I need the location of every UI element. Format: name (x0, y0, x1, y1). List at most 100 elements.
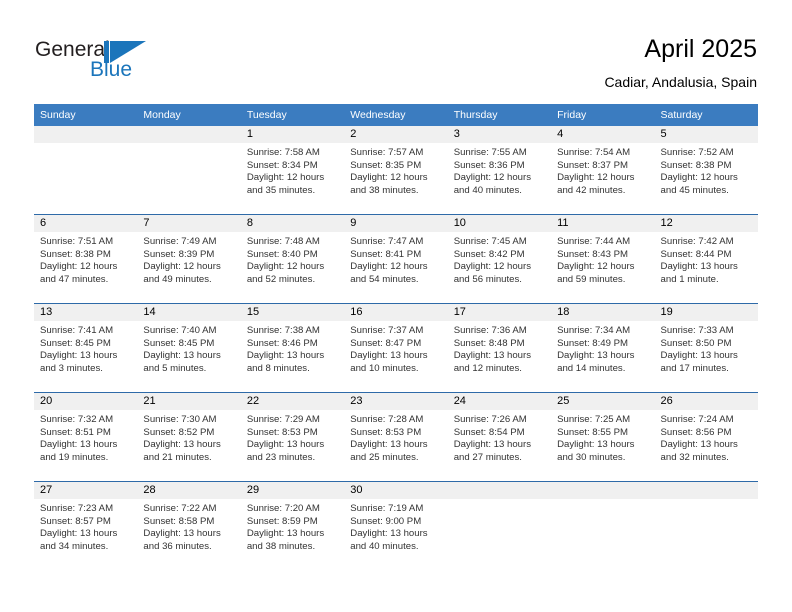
sunrise-text: Sunrise: 7:48 AM (246, 236, 320, 247)
sunrise-text: Sunrise: 7:30 AM (143, 414, 217, 425)
calendar-day-cell[interactable]: 8 Sunrise: 7:48 AM Sunset: 8:40 PM Daylight… (240, 215, 345, 303)
daylight-text-line1: Daylight: 13 hours (246, 528, 325, 540)
calendar-day-cell[interactable]: 29 Sunrise: 7:20 AM Sunset: 8:59 PM Dayligh… (240, 482, 345, 570)
calendar-day-cell[interactable]: 28 Sunrise: 7:22 AM Sunset: 8:58 PM Dayligh… (137, 482, 241, 570)
daylight-text-line2: and 1 minute. (660, 273, 719, 285)
daylight-text-line1: Daylight: 13 hours (143, 528, 221, 540)
calendar-day-cell[interactable]: 23 Sunrise: 7:28 AM Sunset: 8:53 PM Dayligh… (344, 393, 448, 481)
day-details: Sunrise: 7:32 AM Sunset: 8:51 PM Daylight:… (34, 410, 137, 464)
calendar-cell: 6 Sunrise: 7:51 AM Sunset: 8:38 PM Daylight… (34, 215, 138, 304)
calendar-day-cell[interactable]: 22 Sunrise: 7:29 AM Sunset: 8:53 PM Dayligh… (240, 393, 345, 481)
title-block: April 2025 Cadiar, Andalusia, Spain (604, 34, 757, 92)
calendar-cell (654, 482, 758, 571)
calendar-day-cell[interactable]: 24 Sunrise: 7:26 AM Sunset: 8:54 PM Dayligh… (447, 393, 552, 481)
daylight-text-line2: and 49 minutes. (143, 273, 212, 285)
calendar-day-cell[interactable]: 9 Sunrise: 7:47 AM Sunset: 8:41 PM Daylight… (344, 215, 448, 303)
calendar-body: 1 Sunrise: 7:58 AM Sunset: 8:34 PM Daylight… (34, 126, 758, 570)
day-details: Sunrise: 7:20 AM Sunset: 8:59 PM Daylight:… (241, 499, 344, 553)
sunrise-text: Sunrise: 7:28 AM (350, 414, 424, 425)
page-title: April 2025 (644, 35, 757, 63)
day-number (654, 482, 758, 499)
day-number: 11 (551, 215, 655, 232)
calendar-day-cell[interactable]: 25 Sunrise: 7:25 AM Sunset: 8:55 PM Dayligh… (551, 393, 655, 481)
day-number: 26 (654, 393, 758, 410)
calendar-day-cell[interactable]: 18 Sunrise: 7:34 AM Sunset: 8:49 PM Dayligh… (551, 304, 655, 392)
calendar-day-cell[interactable]: 10 Sunrise: 7:45 AM Sunset: 8:42 PM Dayligh… (447, 215, 552, 303)
day-number: 16 (344, 304, 448, 321)
day-details: Sunrise: 7:47 AM Sunset: 8:41 PM Daylight:… (344, 232, 447, 286)
sunset-text: Sunset: 8:45 PM (40, 337, 111, 349)
sunrise-text: Sunrise: 7:26 AM (453, 414, 527, 425)
calendar-week-row: 20 Sunrise: 7:32 AM Sunset: 8:51 PM Dayligh… (34, 392, 758, 482)
calendar-day-cell[interactable]: 19 Sunrise: 7:33 AM Sunset: 8:50 PM Dayligh… (654, 304, 758, 392)
daylight-text-line2: and 42 minutes. (557, 184, 626, 196)
sunrise-text: Sunrise: 7:29 AM (246, 414, 320, 425)
daylight-text-line2: and 27 minutes. (453, 451, 522, 463)
daylight-text-line2: and 8 minutes. (246, 362, 310, 374)
sunset-text: Sunset: 8:55 PM (557, 426, 629, 438)
calendar-cell (551, 482, 655, 571)
calendar-day-cell[interactable]: 12 Sunrise: 7:42 AM Sunset: 8:44 PM Dayligh… (654, 215, 758, 303)
calendar-week-row: 27 Sunrise: 7:23 AM Sunset: 8:57 PM Dayligh… (34, 481, 758, 571)
sunrise-text: Sunrise: 7:25 AM (557, 414, 631, 425)
calendar-day-cell[interactable]: 7 Sunrise: 7:49 AM Sunset: 8:39 PM Daylight… (137, 215, 241, 303)
daylight-text-line1: Daylight: 13 hours (350, 439, 428, 451)
day-number (551, 482, 655, 499)
sunset-text: Sunset: 8:38 PM (660, 159, 732, 171)
day-details: Sunrise: 7:26 AM Sunset: 8:54 PM Daylight:… (448, 410, 551, 464)
daylight-text-line1: Daylight: 13 hours (660, 261, 738, 273)
day-number: 18 (551, 304, 655, 321)
calendar-day-cell[interactable]: 4 Sunrise: 7:54 AM Sunset: 8:37 PM Daylight… (551, 126, 655, 214)
sunset-text: Sunset: 8:44 PM (660, 248, 732, 260)
sunrise-text: Sunrise: 7:34 AM (557, 325, 631, 336)
calendar-cell: 29 Sunrise: 7:20 AM Sunset: 8:59 PM Dayligh… (240, 482, 345, 571)
calendar-day-cell[interactable]: 30 Sunrise: 7:19 AM Sunset: 9:00 PM Dayligh… (344, 482, 448, 570)
calendar-day-cell[interactable]: 20 Sunrise: 7:32 AM Sunset: 8:51 PM Dayligh… (34, 393, 138, 481)
general-blue-logo[interactable]: General Blue (35, 38, 185, 86)
sunrise-text: Sunrise: 7:54 AM (557, 147, 631, 158)
daylight-text-line1: Daylight: 12 hours (557, 172, 635, 184)
day-number: 10 (447, 215, 552, 232)
day-details: Sunrise: 7:38 AM Sunset: 8:46 PM Daylight:… (241, 321, 344, 375)
calendar-day-cell[interactable]: 27 Sunrise: 7:23 AM Sunset: 8:57 PM Dayligh… (34, 482, 138, 570)
calendar-cell-empty (447, 482, 552, 570)
daylight-text-line1: Daylight: 13 hours (40, 528, 118, 540)
calendar-day-cell[interactable]: 3 Sunrise: 7:55 AM Sunset: 8:36 PM Daylight… (447, 126, 552, 214)
day-number: 23 (344, 393, 448, 410)
day-details: Sunrise: 7:19 AM Sunset: 9:00 PM Daylight:… (344, 499, 447, 553)
day-details: Sunrise: 7:28 AM Sunset: 8:53 PM Daylight:… (344, 410, 447, 464)
calendar-cell-empty (137, 126, 241, 214)
calendar-day-cell[interactable]: 14 Sunrise: 7:40 AM Sunset: 8:45 PM Dayligh… (137, 304, 241, 392)
calendar-day-cell[interactable]: 5 Sunrise: 7:52 AM Sunset: 8:38 PM Daylight… (654, 126, 758, 214)
page-subtitle: Cadiar, Andalusia, Spain (604, 74, 757, 90)
day-details: Sunrise: 7:24 AM Sunset: 8:56 PM Daylight:… (655, 410, 758, 464)
calendar-day-cell[interactable]: 13 Sunrise: 7:41 AM Sunset: 8:45 PM Dayligh… (34, 304, 138, 392)
calendar-day-cell[interactable]: 17 Sunrise: 7:36 AM Sunset: 8:48 PM Dayligh… (447, 304, 552, 392)
sunset-text: Sunset: 8:51 PM (40, 426, 111, 438)
calendar-day-cell[interactable]: 15 Sunrise: 7:38 AM Sunset: 8:46 PM Dayligh… (240, 304, 345, 392)
day-number: 5 (654, 126, 758, 143)
day-details: Sunrise: 7:55 AM Sunset: 8:36 PM Daylight:… (448, 143, 551, 197)
daylight-text-line1: Daylight: 13 hours (453, 439, 532, 451)
daylight-text-line1: Daylight: 12 hours (40, 261, 118, 273)
daylight-text-line2: and 40 minutes. (350, 540, 419, 552)
sunrise-text: Sunrise: 7:55 AM (453, 147, 527, 158)
calendar-day-cell[interactable]: 21 Sunrise: 7:30 AM Sunset: 8:52 PM Dayligh… (137, 393, 241, 481)
calendar-day-cell[interactable]: 26 Sunrise: 7:24 AM Sunset: 8:56 PM Dayligh… (654, 393, 758, 481)
sunrise-text: Sunrise: 7:52 AM (660, 147, 734, 158)
calendar-day-cell[interactable]: 11 Sunrise: 7:44 AM Sunset: 8:43 PM Dayligh… (551, 215, 655, 303)
daylight-text-line1: Daylight: 13 hours (143, 439, 221, 451)
day-number: 9 (344, 215, 448, 232)
day-number: 3 (447, 126, 552, 143)
sunset-text: Sunset: 8:39 PM (143, 248, 215, 260)
calendar-day-cell[interactable]: 2 Sunrise: 7:57 AM Sunset: 8:35 PM Daylight… (344, 126, 448, 214)
calendar-day-cell[interactable]: 1 Sunrise: 7:58 AM Sunset: 8:34 PM Daylight… (240, 126, 345, 214)
calendar-day-cell[interactable]: 6 Sunrise: 7:51 AM Sunset: 8:38 PM Daylight… (34, 215, 138, 303)
day-details: Sunrise: 7:34 AM Sunset: 8:49 PM Daylight:… (551, 321, 654, 375)
calendar-day-cell[interactable]: 16 Sunrise: 7:37 AM Sunset: 8:47 PM Dayligh… (344, 304, 448, 392)
daylight-text-line2: and 14 minutes. (557, 362, 626, 374)
day-details: Sunrise: 7:44 AM Sunset: 8:43 PM Daylight:… (551, 232, 654, 286)
sunset-text: Sunset: 8:49 PM (557, 337, 629, 349)
day-number: 12 (654, 215, 758, 232)
calendar-cell: 19 Sunrise: 7:33 AM Sunset: 8:50 PM Dayligh… (654, 304, 758, 393)
